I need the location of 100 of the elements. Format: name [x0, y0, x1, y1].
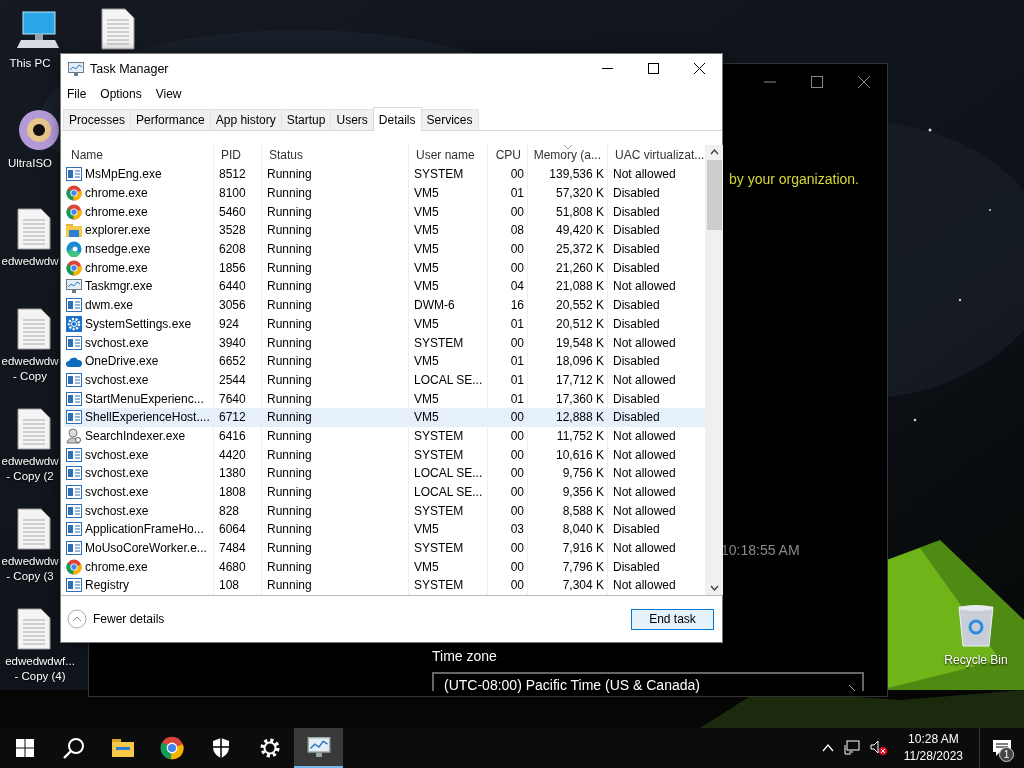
desktop-icon-label: UltraISO [7, 156, 53, 171]
table-row[interactable]: svchost.exe 1380 Running LOCAL SE... 00 9,756 K Not allowed [64, 464, 706, 483]
table-cell: Running [267, 372, 312, 387]
table-cell: Running [267, 316, 312, 331]
table-cell: 00 [510, 578, 524, 593]
table-row[interactable]: chrome.exe 1856 Running VM5 00 21,260 K Disabled [64, 258, 706, 278]
windows-icon[interactable] [15, 739, 34, 757]
table-row[interactable]: SystemSettings.exe 924 Running VM5 01 20,512 K Disabled [64, 314, 706, 334]
table-row[interactable]: svchost.exe 828 Running SYSTEM 00 8,588 K Not allowed [64, 501, 706, 521]
table-cell: Running [267, 260, 312, 275]
table-cell: Disabled [613, 204, 660, 219]
column-header[interactable]: PID [214, 145, 262, 165]
table-cell: Running [267, 578, 312, 593]
table-row[interactable]: MsMpEng.exe 8512 Running SYSTEM 00 139,536 K Not allowed [64, 165, 706, 184]
window-icon [66, 578, 82, 593]
column-header[interactable]: CPU [488, 145, 528, 165]
settings-icon[interactable] [258, 737, 281, 759]
column-header[interactable]: Name [64, 145, 214, 165]
scrollbar-thumb[interactable] [707, 160, 722, 230]
table-cell: 1380 [219, 466, 246, 481]
desktop-icon-label: - Copy (2 [6, 469, 54, 484]
table-cell: 8512 [219, 167, 246, 182]
chevron-up-icon[interactable] [821, 744, 834, 752]
table-cell: MsMpEng.exe [85, 167, 162, 182]
table-cell: 11,752 K [556, 428, 604, 443]
disc-icon[interactable] [17, 108, 61, 152]
table-row[interactable]: svchost.exe 3940 Running SYSTEM 00 19,548 K Not allowed [64, 333, 706, 352]
table-row[interactable]: chrome.exe 5460 Running VM5 00 51,808 K Disabled [64, 202, 706, 222]
table-row[interactable]: Taskmgr.exe 6440 Running VM5 04 21,088 K Not allowed [64, 277, 706, 296]
time-zone-dropdown[interactable]: (UTC-08:00) Pacific Time (US & Canada) [432, 672, 864, 691]
tab[interactable]: Startup [280, 109, 332, 130]
table-row[interactable]: ApplicationFrameHo... 6064 Running VM5 03 8,040 K Disabled [64, 520, 706, 539]
close-icon[interactable] [858, 76, 870, 88]
tab[interactable]: Details [372, 107, 422, 131]
desktop-icon-label: - Copy (4) [14, 669, 66, 684]
column-header[interactable]: Status [262, 145, 409, 165]
recycle-bin-icon[interactable] [957, 603, 995, 647]
table-cell: VM5 [414, 279, 439, 294]
document-icon[interactable] [100, 8, 135, 50]
table-row[interactable]: StartMenuExperienc... 7640 Running VM5 01 17,360 K Disabled [64, 389, 706, 408]
table-row[interactable]: svchost.exe 1808 Running LOCAL SE... 00 9,356 K Not allowed [64, 482, 706, 502]
table-row[interactable]: SearchIndexer.exe 6416 Running SYSTEM 00 11,752 K Not allowed [64, 426, 706, 446]
document-icon[interactable] [17, 308, 51, 350]
menu-item[interactable]: View [155, 87, 182, 101]
tab[interactable]: Processes [63, 109, 132, 130]
table-row[interactable]: svchost.exe 2544 Running LOCAL SE... 01 17,712 K Not allowed [64, 370, 706, 390]
document-icon[interactable] [17, 408, 51, 450]
table-row[interactable]: chrome.exe 4680 Running VM5 00 7,796 K Disabled [64, 557, 706, 577]
document-icon[interactable] [17, 208, 51, 250]
shield-icon[interactable] [211, 737, 230, 759]
table-row[interactable]: chrome.exe 8100 Running VM5 01 57,320 K Disabled [64, 183, 706, 203]
table-row[interactable]: explorer.exe 3528 Running VM5 08 49,420 K Disabled [64, 221, 706, 240]
fewer-details-button[interactable]: Fewer details [67, 609, 165, 629]
table-row[interactable]: Registry 108 Running SYSTEM 00 7,304 K Not allowed [64, 576, 706, 595]
column-header[interactable]: User name [409, 145, 488, 165]
document-icon[interactable] [17, 508, 51, 550]
table-row[interactable]: OneDrive.exe 6652 Running VM5 01 18,096 K Disabled [64, 351, 706, 371]
tab[interactable]: Services [420, 109, 479, 130]
table-cell: Not allowed [613, 447, 676, 462]
chrome-icon [66, 259, 82, 276]
document-icon[interactable] [17, 608, 51, 650]
window-icon [66, 167, 82, 182]
table-cell: Running [267, 242, 312, 257]
folder-icon[interactable] [111, 739, 134, 757]
window-icon [66, 541, 82, 556]
menu-item[interactable]: Options [100, 87, 142, 101]
table-row[interactable]: svchost.exe 4420 Running SYSTEM 00 10,616 K Not allowed [64, 445, 706, 464]
chrome-icon[interactable] [159, 736, 184, 760]
tab[interactable]: App history [209, 109, 282, 130]
column-header[interactable]: Memory (a... [528, 145, 608, 165]
table-row[interactable]: msedge.exe 6208 Running VM5 00 25,372 K Disabled [64, 239, 706, 259]
search-icon[interactable] [62, 737, 85, 759]
table-row[interactable]: MoUsoCoreWorker.e... 7484 Running SYSTEM 00 7,916 K Not allowed [64, 538, 706, 558]
table-cell: Running [267, 335, 312, 350]
maximize-icon[interactable] [811, 76, 823, 88]
desktop-icon-label: This PC [9, 56, 51, 71]
table-cell: Disabled [613, 522, 660, 537]
clock-date[interactable]: 11/28/2023 [903, 748, 963, 765]
table-cell: Disabled [613, 186, 660, 201]
desktop-icon-label: edwedwdw [1, 554, 59, 569]
gear-icon [66, 315, 82, 332]
table-cell: Running [267, 354, 312, 369]
clock-time[interactable]: 10:28 AM [908, 731, 959, 748]
table-row[interactable]: ShellExperienceHost.... 6712 Running VM5 00 12,888 K Disabled [64, 407, 706, 427]
window-icon [66, 335, 82, 350]
table-cell: Disabled [613, 316, 660, 331]
tab[interactable]: Performance [130, 109, 211, 130]
scroll-up-icon[interactable] [710, 149, 719, 155]
table-cell: Not allowed [613, 279, 676, 294]
tab[interactable]: Users [330, 109, 374, 130]
table-cell: Not allowed [613, 466, 676, 481]
end-task-button[interactable]: End task [631, 608, 714, 630]
speaker-muted-icon[interactable] [869, 740, 888, 756]
table-row[interactable]: dwm.exe 3056 Running DWM-6 16 20,552 K Disabled [64, 295, 706, 315]
network-icon[interactable] [843, 740, 860, 756]
edge-icon [66, 241, 82, 258]
monitor-icon[interactable] [306, 737, 331, 757]
scroll-down-icon[interactable] [710, 585, 719, 591]
table-cell: Running [267, 559, 312, 574]
menu-item[interactable]: File [67, 87, 87, 101]
